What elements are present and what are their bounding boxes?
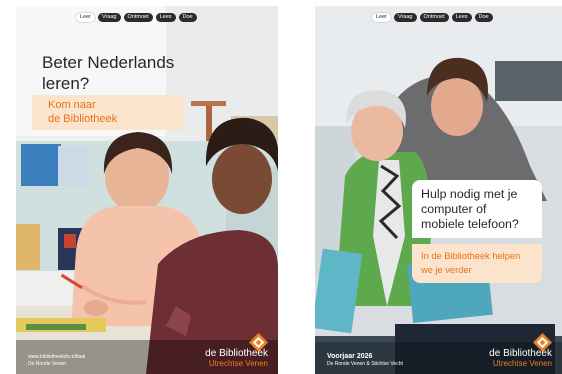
brand-name: de Bibliotheek [205,348,268,359]
tab-bar: Leer Vraag Ontmoet Lees Doe [76,13,197,22]
callout-line-2: computer of [421,202,487,216]
poster-callout-sub: In de Bibliotheek helpen we je verder [412,244,542,283]
headline-line-2: leren? [42,74,90,93]
library-brand: de Bibliotheek Utrechtse Venen [205,348,268,368]
poster-footer: www.bibliotheekdrv.nl/taal De Ronde Vene… [28,354,85,368]
brand-name: de Bibliotheek [489,348,552,359]
tab-doe[interactable]: Doe [178,13,197,22]
poster-digitale-hulp: Leer Vraag Ontmoet Lees Doe Hulp nodig m… [315,6,562,374]
callout-sub-line-2: we je verder [421,265,472,275]
subhead-line-2: de Bibliotheek [48,113,118,125]
tab-bar: Leer Vraag Ontmoet Lees Doe [372,13,493,22]
headline-line-1: Beter Nederlands [42,53,175,72]
tab-lees[interactable]: Lees [155,13,176,22]
subhead-line-1: Kom naar [48,99,96,111]
tab-vraag[interactable]: Vraag [98,13,121,22]
tab-vraag[interactable]: Vraag [394,13,417,22]
library-brand: de Bibliotheek Utrechtse Venen [489,348,552,368]
callout-line-1: Hulp nodig met je [421,187,518,201]
tab-ontmoet[interactable]: Ontmoet [419,13,449,22]
tab-leer[interactable]: Leer [372,13,392,22]
tab-doe[interactable]: Doe [474,13,493,22]
poster-headline: Beter Nederlands leren? [42,52,212,94]
brand-region: Utrechtse Venen [492,359,552,368]
footer-location: De Ronde Venen & Stichtse Vecht [327,361,403,367]
footer-url[interactable]: www.bibliotheekdrv.nl/taal [28,354,85,361]
footer-season: Voorjaar 2026 [327,353,373,360]
callout-line-3: mobiele telefoon? [421,217,519,231]
poster-footer: Voorjaar 2026 De Ronde Venen & Stichtse … [327,352,403,368]
poster-taal: Leer Vraag Ontmoet Lees Doe Beter Nederl… [16,6,278,374]
footer-location: De Ronde Venen [28,361,67,367]
tab-leer[interactable]: Leer [76,13,96,22]
brand-region: Utrechtse Venen [208,359,268,368]
poster-callout: Hulp nodig met je computer of mobiele te… [412,180,542,238]
tab-lees[interactable]: Lees [451,13,472,22]
poster-subheadline: Kom naar de Bibliotheek [32,95,184,130]
tab-ontmoet[interactable]: Ontmoet [123,13,153,22]
callout-sub-line-1: In de Bibliotheek helpen [421,251,521,261]
